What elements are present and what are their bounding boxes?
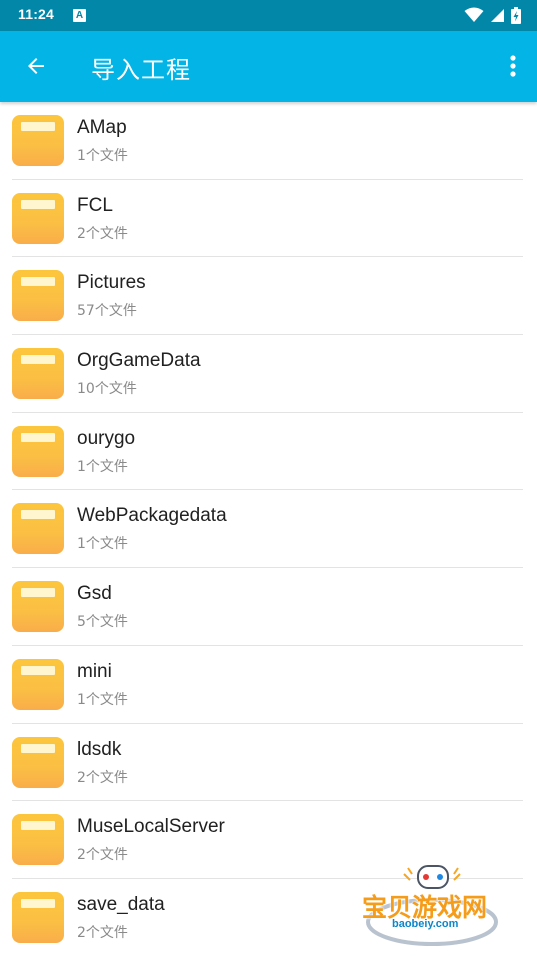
folder-name: ourygo xyxy=(77,427,136,449)
file-count: 1个文件 xyxy=(77,691,128,708)
app-bar: 导入工程 xyxy=(0,31,537,102)
list-item[interactable]: Pictures 57个文件 xyxy=(0,257,537,336)
file-count: 2个文件 xyxy=(77,847,128,864)
file-count: 2个文件 xyxy=(77,225,128,242)
watermark: 宝贝游戏网 baobeiy.com xyxy=(360,860,510,950)
page-title: 导入工程 xyxy=(91,56,191,84)
signal-icon xyxy=(491,8,504,22)
list-item[interactable]: ldsdk 2个文件 xyxy=(0,724,537,802)
file-count: 57个文件 xyxy=(77,303,137,320)
list-item[interactable]: ourygo 1个文件 xyxy=(0,413,537,491)
folder-icon xyxy=(12,814,64,866)
folder-icon xyxy=(12,270,64,322)
back-button[interactable] xyxy=(14,44,58,88)
file-count: 2个文件 xyxy=(77,769,128,786)
list-item[interactable]: FCL 2个文件 xyxy=(0,180,537,258)
list-item[interactable]: Gsd 5个文件 xyxy=(0,568,537,646)
notification-a-icon: A xyxy=(73,9,86,22)
folder-icon xyxy=(12,503,64,555)
wifi-icon xyxy=(464,7,484,22)
file-count: 10个文件 xyxy=(77,381,137,398)
folder-icon xyxy=(12,736,64,788)
file-count: 1个文件 xyxy=(77,458,128,475)
list-item[interactable]: WebPackagedata 1个文件 xyxy=(0,490,537,569)
folder-icon xyxy=(12,192,64,244)
watermark-url: baobeiy.com xyxy=(392,918,459,930)
status-bar: 11:24 A xyxy=(0,0,537,31)
folder-icon xyxy=(12,891,64,943)
folder-icon xyxy=(12,658,64,710)
folder-name: OrgGameData xyxy=(77,350,201,372)
folder-name: MuseLocalServer xyxy=(77,816,225,838)
arrow-left-icon xyxy=(28,58,44,74)
file-count: 2个文件 xyxy=(77,924,128,941)
list-item[interactable]: AMap 1个文件 xyxy=(0,102,537,180)
folder-icon xyxy=(12,115,64,166)
status-time: 11:24 xyxy=(18,6,55,22)
file-count: 1个文件 xyxy=(77,148,128,164)
folder-icon xyxy=(12,581,64,633)
folder-name: FCL xyxy=(77,194,113,216)
more-vert-icon xyxy=(510,55,516,77)
more-options-button[interactable] xyxy=(501,44,525,88)
folder-name: Gsd xyxy=(77,583,112,605)
folder-name: save_data xyxy=(77,893,165,915)
file-count: 5个文件 xyxy=(77,614,128,631)
battery-icon xyxy=(511,6,521,24)
folder-list: AMap 1个文件 FCL 2个文件 Pictures 57个文件 OrgGam… xyxy=(0,102,537,957)
folder-name: WebPackagedata xyxy=(77,505,227,527)
folder-icon xyxy=(12,348,64,400)
folder-icon xyxy=(12,425,64,477)
list-item[interactable]: OrgGameData 10个文件 xyxy=(0,335,537,413)
folder-name: mini xyxy=(77,660,112,682)
folder-name: Pictures xyxy=(77,272,146,294)
folder-name: ldsdk xyxy=(77,738,122,760)
list-item[interactable]: mini 1个文件 xyxy=(0,646,537,724)
status-icons xyxy=(464,5,521,25)
folder-name: AMap xyxy=(77,117,127,138)
file-count: 1个文件 xyxy=(77,536,128,553)
